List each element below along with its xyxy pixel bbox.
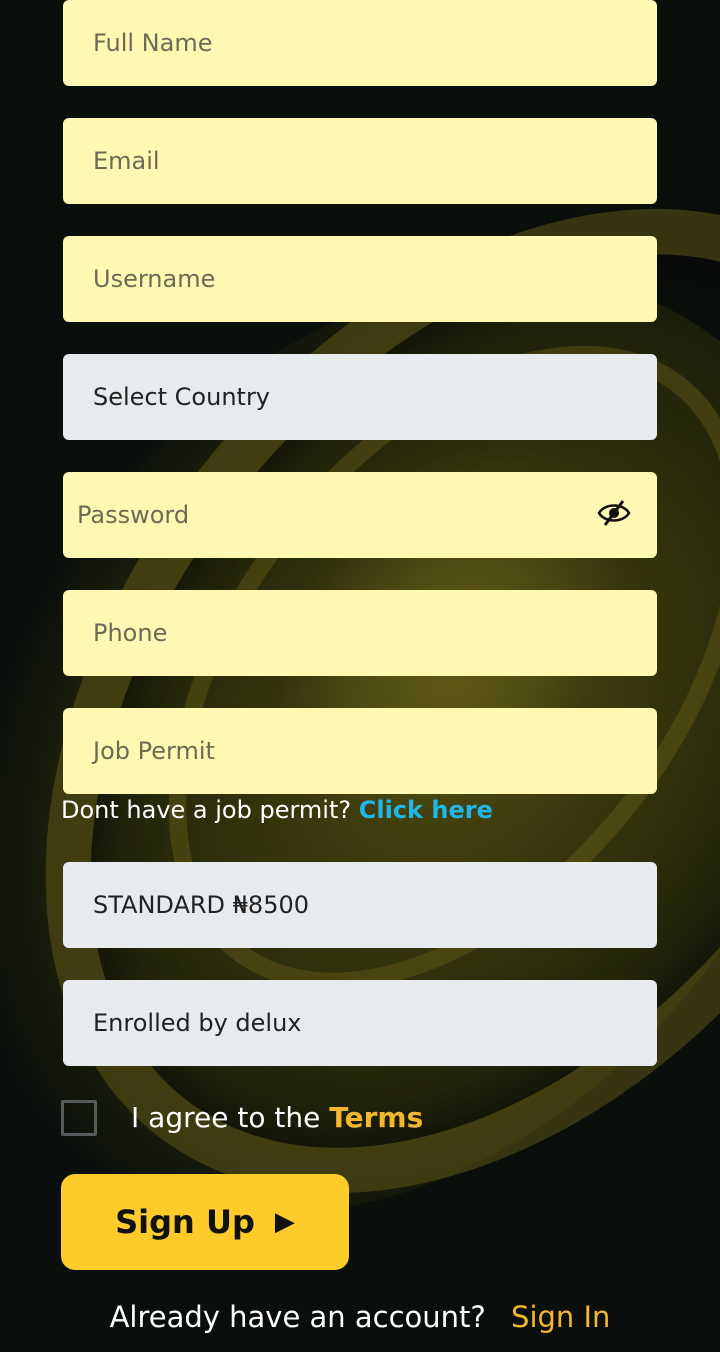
terms-agree-label: I agree to the Terms: [131, 1101, 423, 1134]
password-placeholder: Password: [77, 501, 190, 529]
country-select[interactable]: Select Country: [63, 354, 657, 440]
terms-checkbox[interactable]: [61, 1100, 97, 1136]
already-have-account-text: Already have an account?: [109, 1300, 486, 1334]
sign-up-label: Sign Up: [115, 1203, 255, 1241]
plan-select[interactable]: STANDARD ₦8500: [63, 862, 657, 948]
agree-text: I agree to the: [131, 1101, 321, 1134]
phone-placeholder: Phone: [93, 619, 168, 647]
sign-up-button[interactable]: Sign Up ▶: [61, 1174, 349, 1270]
plan-selected-value: STANDARD ₦8500: [93, 891, 310, 919]
job-permit-placeholder: Job Permit: [93, 737, 215, 765]
full-name-placeholder: Full Name: [93, 29, 213, 57]
username-field[interactable]: Username: [63, 236, 657, 322]
terms-link[interactable]: Terms: [329, 1101, 423, 1134]
play-icon: ▶: [274, 1207, 295, 1237]
password-field[interactable]: Password: [63, 472, 657, 558]
email-placeholder: Email: [93, 147, 160, 175]
username-placeholder: Username: [93, 265, 216, 293]
full-name-field[interactable]: Full Name: [63, 0, 657, 86]
job-permit-click-here-link[interactable]: Click here: [359, 796, 493, 824]
job-permit-note: Dont have a job permit? Click here: [61, 796, 493, 824]
sign-in-link[interactable]: Sign In: [511, 1300, 610, 1334]
phone-field[interactable]: Phone: [63, 590, 657, 676]
email-field[interactable]: Email: [63, 118, 657, 204]
eye-slash-icon[interactable]: [597, 498, 631, 528]
job-permit-note-text: Dont have a job permit?: [61, 796, 352, 824]
enrolled-by-value: Enrolled by delux: [93, 1009, 302, 1037]
sign-in-prompt: Already have an account? Sign In: [0, 1300, 720, 1334]
country-selected-value: Select Country: [93, 383, 271, 411]
enrolled-by-field: Enrolled by delux: [63, 980, 657, 1066]
job-permit-field[interactable]: Job Permit: [63, 708, 657, 794]
